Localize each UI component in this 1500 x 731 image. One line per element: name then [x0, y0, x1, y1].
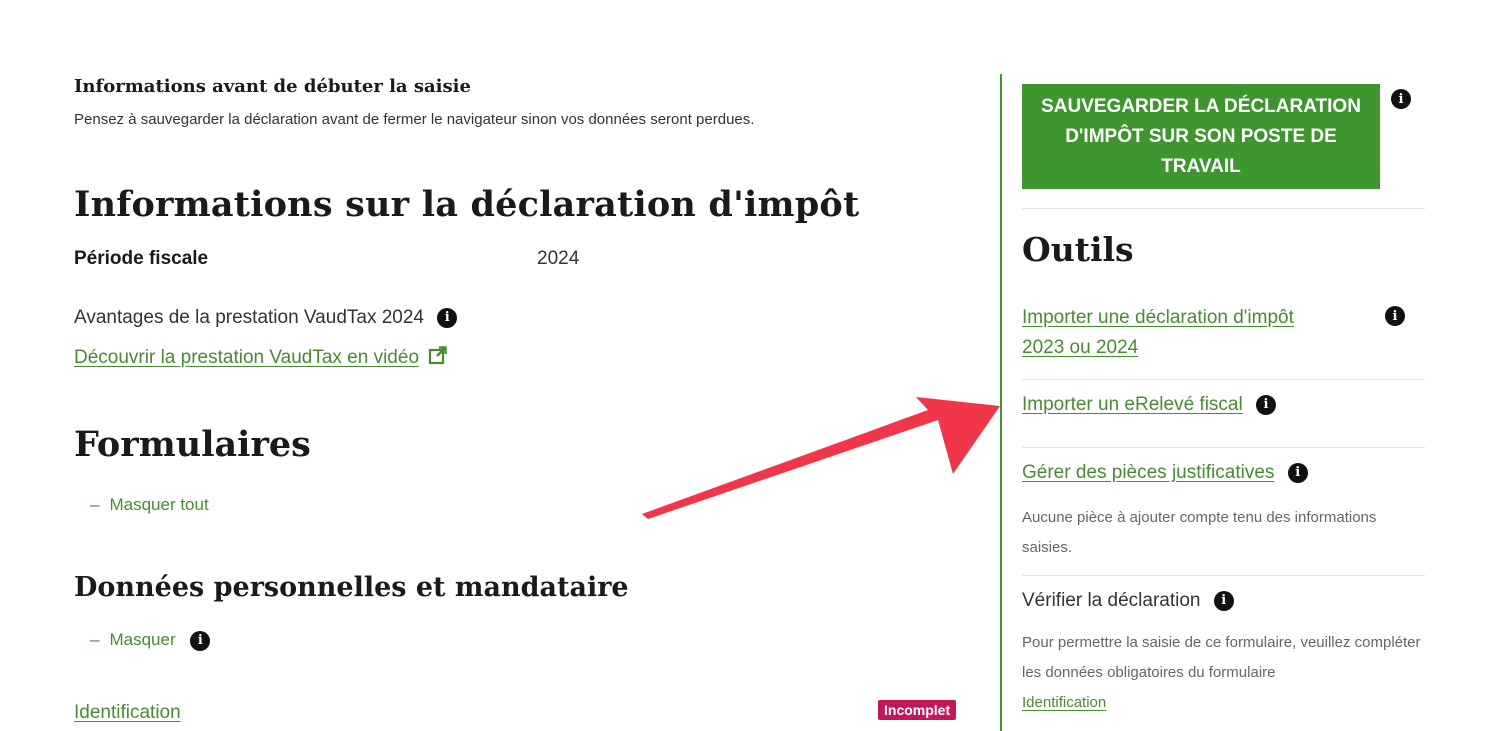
info-icon[interactable]: i [1385, 306, 1405, 326]
verify-heading: Vérifier la déclaration [1022, 590, 1201, 611]
collapse-section-toggle[interactable]: – Masquer i [90, 630, 211, 651]
minus-icon: – [90, 495, 100, 514]
tools-heading: Outils [1022, 230, 1134, 269]
info-icon[interactable]: i [1287, 462, 1308, 483]
notice-title: Informations avant de débuter la saisie [74, 76, 471, 97]
notice-text: Pensez à sauvegarder la déclaration avan… [74, 111, 755, 128]
verify-identification-link[interactable]: Identification [1022, 694, 1106, 711]
divider [1022, 379, 1425, 380]
minus-icon: – [90, 630, 100, 649]
external-link-icon [428, 345, 448, 371]
verify-note: Pour permettre la saisie de ce formulair… [1022, 628, 1422, 718]
verify-row: Vérifier la déclaration i [1022, 590, 1234, 612]
benefits-text: Avantages de la prestation VaudTax 2024 [74, 307, 424, 328]
status-badge: Incomplet [878, 700, 957, 720]
manage-documents-note: Aucune pièce à ajouter compte tenu des i… [1022, 509, 1377, 556]
info-icon[interactable]: i [1213, 590, 1234, 611]
collapse-label: Masquer [109, 630, 176, 649]
collapse-all-toggle[interactable]: – Masquer tout [90, 495, 209, 515]
arrow-icon [642, 397, 1000, 519]
info-icon[interactable]: i [1391, 89, 1411, 109]
import-ereleve-row: Importer un eRelevé fiscal i [1022, 394, 1276, 416]
import-declaration-line2: 2023 ou 2024 [1022, 337, 1139, 358]
collapse-all-label: Masquer tout [109, 495, 209, 514]
section-heading: Données personnelles et mandataire [74, 572, 629, 603]
form-item-identification[interactable]: Identification [74, 702, 181, 724]
verify-note-text: Pour permettre la saisie de ce formulair… [1022, 634, 1421, 681]
benefits-row: Avantages de la prestation VaudTax 2024 … [74, 307, 458, 329]
import-declaration-link[interactable]: Importer une déclaration d'impôt 2023 ou… [1022, 307, 1294, 358]
declaration-heading: Informations sur la déclaration d'impôt [74, 184, 860, 225]
forms-heading: Formulaires [74, 424, 311, 465]
info-icon[interactable]: i [437, 307, 458, 328]
info-icon[interactable]: i [1256, 394, 1276, 415]
divider [1022, 575, 1425, 576]
save-declaration-button[interactable]: SAUVEGARDER LA DÉCLARATION D'IMPÔT SUR S… [1022, 84, 1380, 189]
period-value: 2024 [537, 248, 580, 269]
import-ereleve-link[interactable]: Importer un eRelevé fiscal [1022, 394, 1243, 415]
save-button-label: SAUVEGARDER LA DÉCLARATION D'IMPÔT SUR S… [1041, 95, 1361, 177]
period-label: Période fiscale [74, 248, 209, 269]
video-link-row: Découvrir la prestation VaudTax en vidéo [74, 345, 448, 371]
manage-documents-row: Gérer des pièces justificatives i [1022, 462, 1308, 484]
sidebar-divider [1000, 74, 1002, 731]
divider [1022, 208, 1425, 209]
divider [1022, 447, 1425, 448]
info-icon[interactable]: i [190, 630, 211, 651]
import-declaration-line1: Importer une déclaration d'impôt [1022, 307, 1294, 328]
manage-documents-link[interactable]: Gérer des pièces justificatives [1022, 462, 1274, 483]
video-link[interactable]: Découvrir la prestation VaudTax en vidéo [74, 347, 419, 368]
import-declaration-link-wrap: Importer une déclaration d'impôt 2023 ou… [1022, 303, 1294, 363]
